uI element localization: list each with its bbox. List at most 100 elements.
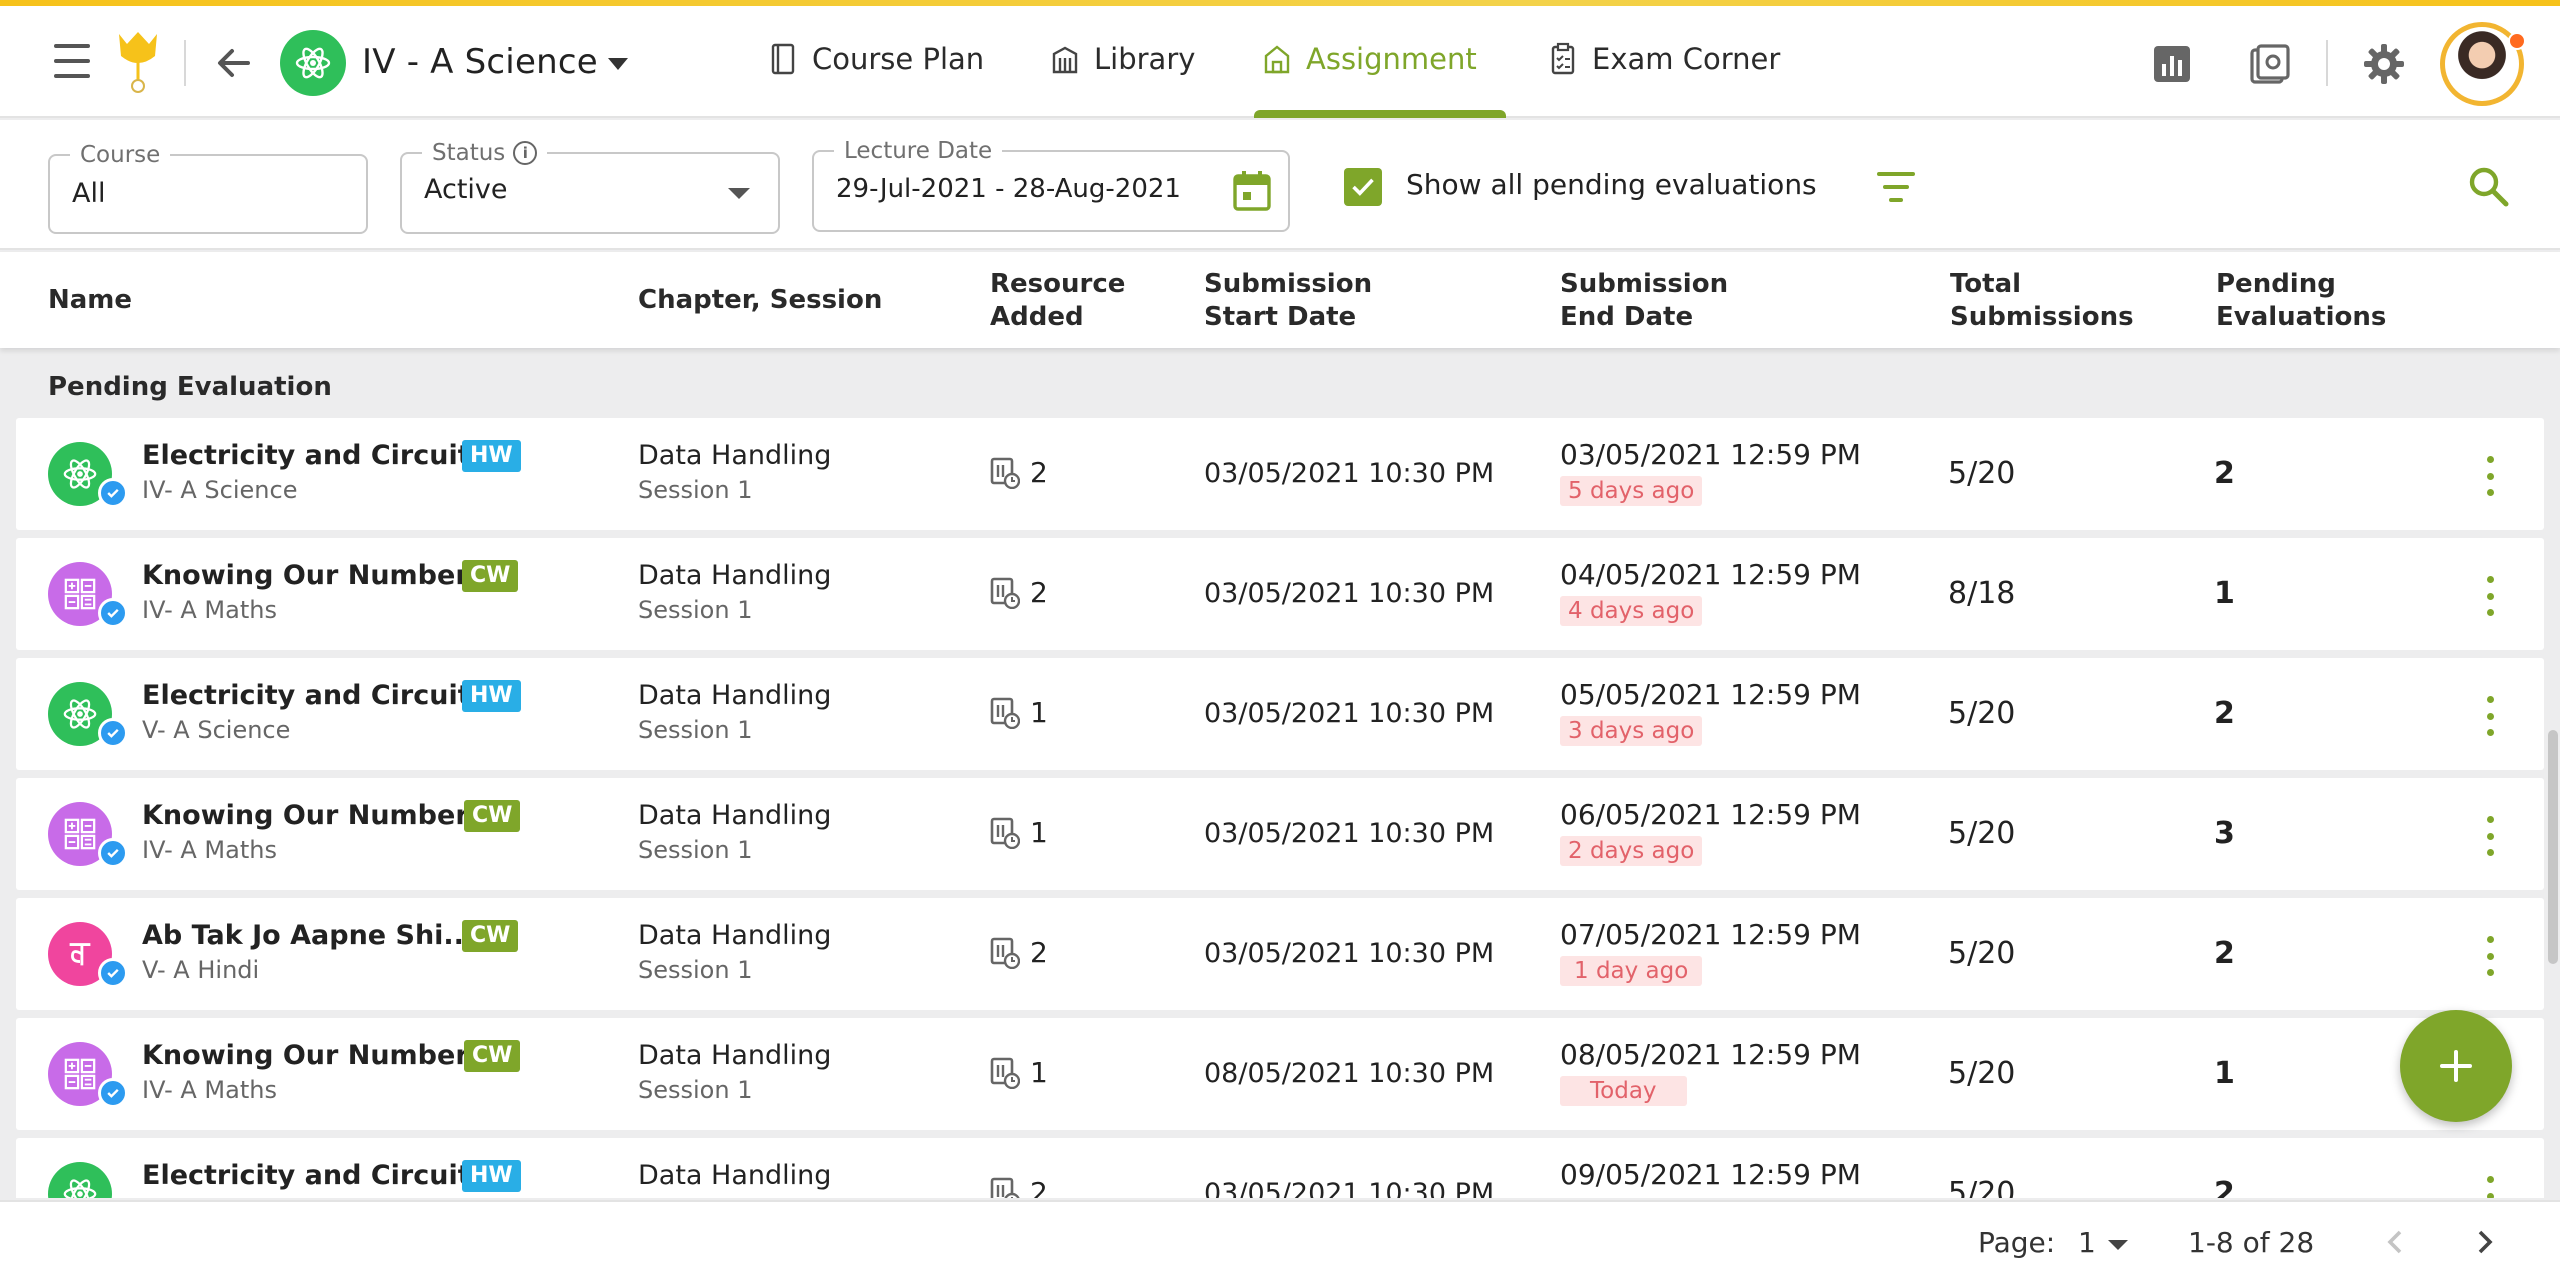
tab-exam-corner-label: Exam Corner (1592, 42, 1781, 76)
total-submissions: 5/20 (1948, 1056, 2016, 1091)
column-header-end-date[interactable]: Submission End Date (1560, 268, 1728, 334)
resource-count-value: 1 (1030, 1056, 1048, 1089)
assignment-class: V- A Hindi (142, 956, 260, 984)
chevron-down-icon[interactable] (728, 188, 750, 199)
column-header-pending-evaluations[interactable]: Pending Evaluations (2216, 268, 2386, 334)
column-header-resource[interactable]: Resource Added (990, 268, 1125, 334)
total-submissions: 5/20 (1948, 816, 2016, 851)
table-row[interactable]: Knowing Our Numbers CW IV- A Maths Data … (16, 1018, 2544, 1130)
settings-document-icon[interactable] (2248, 42, 2292, 86)
tab-assignment[interactable]: Assignment (1262, 42, 1477, 76)
add-assignment-button[interactable] (2400, 1010, 2512, 1122)
resource-count[interactable]: 2 (990, 1176, 1048, 1198)
resource-count[interactable]: 2 (990, 576, 1048, 609)
table-row[interactable]: Electricity and Circuits HW IV- A Scienc… (16, 418, 2544, 530)
resource-count-value: 1 (1030, 696, 1048, 729)
status-label: Status i (422, 140, 548, 166)
chevron-down-icon[interactable] (2108, 1240, 2128, 1250)
resource-count[interactable]: 1 (990, 1056, 1048, 1089)
table-row[interactable]: Knowing Our Numbers CW IV- A Maths Data … (16, 538, 2544, 650)
submission-end-date: 09/05/2021 12:59 PM (1560, 1158, 1861, 1191)
submission-start-date: 03/05/2021 10:30 PM (1204, 1178, 1495, 1198)
resource-clock-icon (990, 1177, 1020, 1198)
resource-clock-icon (990, 577, 1020, 609)
session-name: Session 1 (638, 716, 753, 744)
course-select[interactable]: Course All (48, 142, 368, 234)
more-options-icon[interactable] (2482, 696, 2498, 736)
session-name: Session 1 (638, 836, 753, 864)
total-submissions: 5/20 (1948, 936, 2016, 971)
table-row[interactable]: Knowing Our Numbers CW IV- A Maths Data … (16, 778, 2544, 890)
tab-library[interactable]: Library (1050, 42, 1195, 76)
divider (2326, 40, 2328, 86)
session-name: Session 1 (638, 1076, 753, 1104)
assignment-class: IV- A Maths (142, 1076, 277, 1104)
status-select[interactable]: Status i Active (400, 140, 780, 234)
chevron-left-icon[interactable] (2380, 1224, 2410, 1260)
column-header-total-submissions[interactable]: Total Submissions (1950, 268, 2134, 334)
more-options-icon[interactable] (2482, 1176, 2498, 1198)
menu-icon[interactable] (50, 44, 94, 78)
notification-dot (2508, 32, 2526, 50)
assignment-list: Electricity and Circuits HW IV- A Scienc… (16, 418, 2544, 1198)
pending-evaluations: 2 (2214, 696, 2235, 731)
status-value: Active (424, 174, 508, 205)
chapter-name: Data Handling (638, 560, 832, 591)
assignment-title[interactable]: Knowing Our Numbers (142, 1040, 485, 1071)
calendar-icon[interactable] (1232, 170, 1272, 212)
assignment-type-badge: CW (462, 560, 519, 592)
more-options-icon[interactable] (2482, 456, 2498, 496)
assignment-type-badge: CW (462, 920, 519, 952)
assignment-type-badge: CW (464, 800, 521, 832)
show-pending-checkbox[interactable] (1344, 168, 1382, 206)
resource-count[interactable]: 2 (990, 456, 1048, 489)
assignment-title[interactable]: Ab Tak Jo Aapne Shi... (142, 920, 474, 951)
class-selector[interactable]: IV - A Science (362, 42, 598, 82)
info-icon[interactable]: i (513, 141, 538, 165)
days-ago-badge: Today (1560, 1076, 1687, 1106)
table-row[interactable]: Ab Tak Jo Aapne Shi... CW V- A Hindi Dat… (16, 898, 2544, 1010)
assignment-title[interactable]: Electricity and Circuits (142, 440, 487, 471)
reports-chart-icon[interactable] (2150, 42, 2194, 86)
assignment-title[interactable]: Electricity and Circuits (142, 680, 487, 711)
search-icon[interactable] (2466, 164, 2510, 208)
scrollbar[interactable] (2548, 730, 2558, 964)
resource-count[interactable]: 1 (990, 816, 1048, 849)
assignment-class: V- A Science (142, 716, 291, 744)
assignment-title[interactable]: Electricity and Circuits (142, 1160, 487, 1191)
tab-exam-corner[interactable]: Exam Corner (1548, 42, 1780, 76)
assignment-title[interactable]: Knowing Our Numbers (142, 560, 485, 591)
library-icon (1052, 46, 1078, 74)
resource-count-value: 1 (1030, 816, 1048, 849)
page-label: Page: (1978, 1226, 2056, 1259)
total-submissions: 5/20 (1948, 696, 2016, 731)
more-options-icon[interactable] (2482, 936, 2498, 976)
table-row[interactable]: Electricity and Circuits HW Data Handlin… (16, 1138, 2544, 1198)
more-options-icon[interactable] (2482, 816, 2498, 856)
lecture-date-label: Lecture Date (834, 138, 1003, 164)
filter-bar: Course All Status i Active Lecture Date 2… (0, 120, 2560, 250)
science-atom-icon (48, 1162, 112, 1198)
submission-start-date: 03/05/2021 10:30 PM (1204, 698, 1495, 729)
verified-check-icon (98, 718, 128, 748)
resource-count[interactable]: 1 (990, 696, 1048, 729)
gear-icon[interactable] (2362, 42, 2406, 86)
pending-evaluations: 2 (2214, 456, 2235, 491)
tab-course-plan[interactable]: Course Plan (768, 42, 984, 76)
lecture-date-field[interactable]: Lecture Date 29-Jul-2021 - 28-Aug-2021 (812, 138, 1290, 232)
resource-count[interactable]: 2 (990, 936, 1048, 969)
page-select[interactable]: 1 (2078, 1226, 2096, 1259)
pending-evaluations: 1 (2214, 576, 2235, 611)
filter-icon[interactable] (1876, 172, 1916, 202)
back-arrow-icon[interactable] (212, 41, 256, 85)
table-row[interactable]: Electricity and Circuits HW V- A Science… (16, 658, 2544, 770)
show-pending-label[interactable]: Show all pending evaluations (1406, 168, 1817, 201)
column-header-chapter[interactable]: Chapter, Session (638, 284, 882, 317)
chevron-down-icon[interactable] (608, 58, 628, 70)
more-options-icon[interactable] (2482, 576, 2498, 616)
assignment-title[interactable]: Knowing Our Numbers (142, 800, 485, 831)
column-header-start-date[interactable]: Submission Start Date (1204, 268, 1372, 334)
column-header-name[interactable]: Name (48, 284, 132, 317)
resource-count-value: 2 (1030, 1176, 1048, 1198)
chevron-right-icon[interactable] (2470, 1224, 2500, 1260)
